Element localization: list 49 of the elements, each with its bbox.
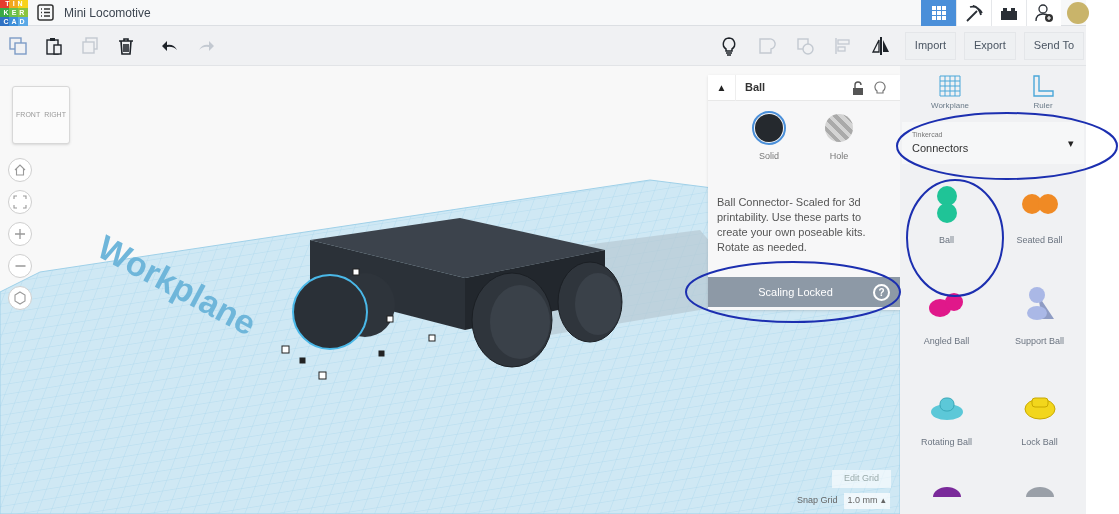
group-icon bbox=[756, 35, 777, 56]
mirror-icon bbox=[870, 35, 891, 56]
perspective-icon bbox=[13, 291, 27, 305]
add-user-icon bbox=[1034, 2, 1054, 23]
copy-icon bbox=[8, 35, 28, 56]
inspector-title: Ball bbox=[745, 80, 767, 96]
edit-grid-button[interactable]: Edit Grid bbox=[832, 470, 891, 488]
shape-description: Ball Connector- Scaled for 3d printability. Use these parts to create your own poseable kits. Rotate as needed. bbox=[716, 195, 867, 255]
help-button[interactable]: ? bbox=[873, 283, 890, 301]
home-button[interactable] bbox=[8, 158, 32, 182]
shape-tile[interactable]: Rotating Ball bbox=[900, 374, 993, 475]
pickaxe-icon-button[interactable] bbox=[956, 0, 991, 26]
zoom-in-button[interactable] bbox=[8, 222, 32, 246]
ungroup-icon bbox=[794, 35, 815, 56]
shape-tile[interactable]: Support Ball bbox=[993, 273, 1086, 374]
workplane-tool-button[interactable]: Workplane bbox=[930, 74, 970, 122]
clipboard-icon bbox=[44, 35, 64, 56]
shape-tile[interactable]: Ball bbox=[900, 172, 993, 273]
trash-icon bbox=[116, 35, 136, 56]
ruler-tool-button[interactable]: Ruler bbox=[1031, 74, 1055, 122]
ruler-icon bbox=[1031, 74, 1055, 98]
selection-handles[interactable] bbox=[281, 268, 436, 380]
add-user-icon-button[interactable] bbox=[1026, 0, 1061, 26]
snap-grid-dropdown[interactable]: 1.0 mm ▴ bbox=[843, 493, 890, 509]
shape-tile[interactable]: Seated Ball bbox=[993, 172, 1086, 273]
locomotive-drawing[interactable] bbox=[292, 218, 623, 368]
fit-icon bbox=[13, 195, 27, 209]
scaling-locked-button[interactable]: Scaling Locked ? bbox=[708, 277, 900, 307]
hole-mode-button[interactable]: Hole bbox=[822, 111, 856, 185]
align-icon bbox=[832, 35, 853, 56]
duplicate-icon bbox=[80, 35, 100, 56]
pickaxe-icon bbox=[964, 2, 984, 23]
zoom-in-icon bbox=[13, 227, 27, 241]
lightbulb-outline-icon[interactable] bbox=[874, 80, 886, 95]
shape-tile[interactable]: Lock Ball bbox=[993, 374, 1086, 475]
snap-grid-label: Snap Grid bbox=[797, 494, 838, 507]
zoom-out-button[interactable] bbox=[8, 254, 32, 278]
home-icon bbox=[13, 163, 27, 177]
brick-icon-button[interactable] bbox=[991, 0, 1026, 26]
project-title[interactable]: Mini Locomotive bbox=[64, 3, 151, 22]
action-button[interactable]: Import bbox=[904, 31, 957, 60]
list-icon[interactable] bbox=[37, 4, 54, 21]
workplane-icon bbox=[938, 74, 962, 98]
action-button[interactable]: Export bbox=[964, 31, 1016, 60]
unlocked-padlock-icon[interactable] bbox=[852, 80, 864, 95]
shape-tile[interactable]: Angled Ball bbox=[900, 273, 993, 374]
solid-mode-button[interactable]: Solid bbox=[752, 111, 786, 185]
collapse-button[interactable]: ▲ bbox=[708, 74, 736, 101]
action-button[interactable]: Send To bbox=[1023, 31, 1084, 60]
